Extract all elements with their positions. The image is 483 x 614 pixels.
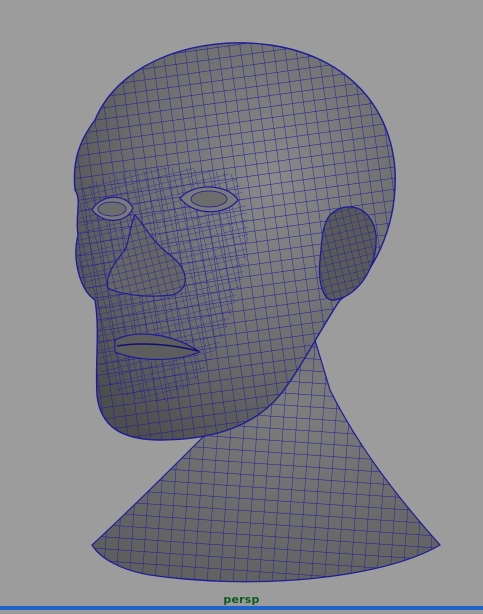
ear bbox=[318, 206, 377, 301]
camera-name-label: persp bbox=[223, 593, 260, 606]
viewport-canvas[interactable] bbox=[0, 0, 483, 610]
head-mesh[interactable] bbox=[73, 42, 396, 441]
perspective-viewport[interactable]: persp bbox=[0, 0, 483, 610]
active-panel-border bbox=[0, 606, 483, 610]
